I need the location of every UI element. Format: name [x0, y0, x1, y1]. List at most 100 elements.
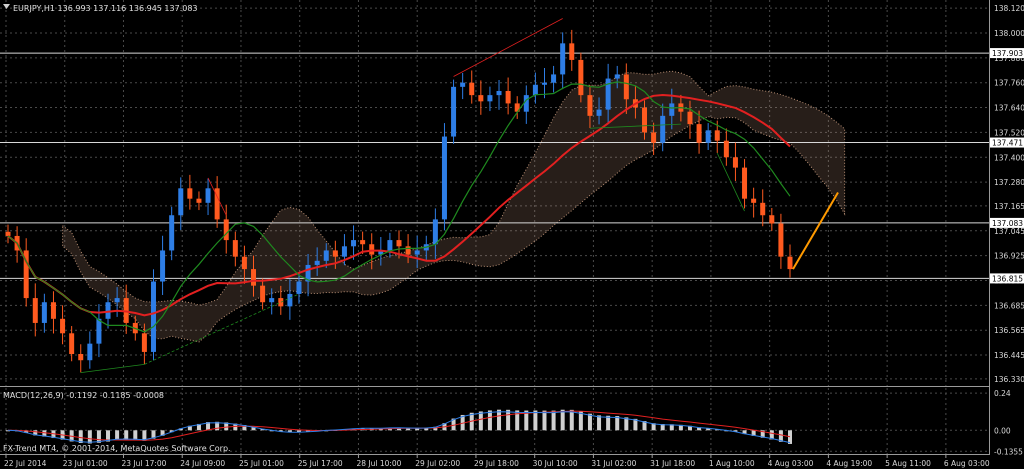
time-tick-label: 28 Jul 10:00: [356, 459, 401, 468]
time-tick-label: 6 Aug 03:00: [944, 459, 990, 468]
candle-bull: [150, 281, 156, 352]
candle-bear: [5, 231, 11, 236]
candle-bear: [569, 43, 575, 60]
macd-histogram-bar: [506, 409, 511, 431]
candle-bull: [660, 115, 666, 143]
time-tick-label: 5 Aug 11:00: [885, 459, 931, 468]
candle-bull: [614, 74, 620, 79]
time-tick-label: 31 Jul 02:00: [591, 459, 636, 468]
candle-bear: [260, 285, 266, 303]
candle-bear: [232, 240, 238, 257]
candle-bear: [587, 95, 593, 116]
candle-bear: [742, 167, 748, 199]
candle-bear: [332, 250, 338, 257]
macd-title: MACD(12,26,9) -0.1192 -0.1185 -0.0008: [3, 391, 164, 400]
candle-bear: [241, 256, 247, 270]
candle-bear: [751, 198, 757, 203]
candle-bear: [32, 298, 38, 323]
candle-bull: [523, 95, 529, 112]
candle-bear: [196, 198, 202, 203]
copyright-text: FX-Trend MT4, © 2001-2014, MetaQuotes So…: [3, 444, 231, 453]
price-chart[interactable]: 138.120138.000137.880137.760137.640137.5…: [0, 0, 1024, 469]
candle-bear: [642, 107, 648, 133]
candle-bull: [269, 298, 275, 303]
candle-bear: [787, 256, 793, 270]
candle-bull: [432, 219, 438, 245]
candle-bull: [551, 74, 557, 83]
candle-bear: [369, 244, 375, 255]
price-tick-label: 138.000: [994, 29, 1024, 38]
macd-tick-label: -0.1355: [994, 447, 1023, 456]
macd-histogram-bar: [578, 411, 583, 431]
time-tick-label: 4 Aug 19:00: [826, 459, 872, 468]
chart-window[interactable]: 138.120 138.000 137.880 137.760 137.640 137.5…: [0, 0, 1024, 469]
candle-bull: [341, 246, 347, 257]
time-tick-label: 22 Jul 2014: [4, 459, 47, 468]
price-tick-label: 137.640: [994, 104, 1024, 113]
macd-histogram-bar: [487, 410, 492, 431]
candle-bull: [41, 302, 47, 323]
candle-bear: [60, 318, 66, 334]
candle-bear: [732, 157, 738, 168]
candle-bull: [414, 250, 420, 255]
price-tick-label: 137.760: [994, 79, 1024, 88]
level-price-label: 137.903: [992, 49, 1023, 58]
candle-bear: [578, 59, 584, 96]
candle-bull: [441, 136, 447, 220]
time-tick-label: 1 Aug 10:00: [709, 459, 755, 468]
candle-bear: [360, 240, 366, 245]
macd-histogram-bar: [478, 411, 483, 431]
candle-bull: [387, 240, 393, 251]
price-tick-label: 137.165: [994, 202, 1024, 211]
macd-histogram-bar: [533, 410, 538, 431]
price-tick-label: 137.045: [994, 227, 1024, 236]
time-tick-label: 25 Jul 01:00: [239, 459, 284, 468]
time-tick-label: 4 Aug 03:00: [768, 459, 814, 468]
candle-bull: [487, 95, 493, 102]
candle-bull: [287, 293, 293, 307]
price-tick-label: 137.400: [994, 153, 1024, 162]
level-price-label: 137.471: [992, 139, 1023, 148]
macd-histogram-bar: [569, 409, 574, 431]
time-tick-label: 25 Jul 17:00: [298, 459, 343, 468]
candle-bear: [696, 124, 702, 143]
macd-histogram-bar: [542, 410, 547, 431]
candle-bull: [532, 84, 538, 96]
time-tick-label: 23 Jul 17:00: [121, 459, 166, 468]
price-tick-label: 136.685: [994, 301, 1024, 310]
time-tick-label: 31 Jul 18:00: [650, 459, 695, 468]
candle-bear: [251, 269, 257, 286]
candle-bull: [160, 250, 166, 282]
candle-bull: [87, 343, 93, 361]
candle-bear: [141, 333, 147, 352]
macd-histogram-bar: [587, 413, 592, 431]
macd-histogram-bar: [87, 430, 92, 444]
candle-bear: [651, 132, 657, 143]
candle-bear: [687, 111, 693, 125]
time-tick-label: 23 Jul 01:00: [63, 459, 108, 468]
price-tick-label: 136.445: [994, 351, 1024, 360]
level-price-label: 136.815: [992, 274, 1023, 283]
candle-bull: [178, 188, 184, 216]
macd-histogram-bar: [551, 410, 556, 431]
candle-bull: [596, 109, 602, 116]
candle-bull: [296, 281, 302, 294]
price-tick-label: 137.280: [994, 178, 1024, 187]
chart-title: EURJPY,H1 136.993 137.116 136.945 137.08…: [13, 4, 198, 13]
candle-bear: [469, 82, 475, 96]
time-tick-label: 30 Jul 10:00: [533, 459, 578, 468]
candle-bull: [96, 318, 102, 344]
candle-bull: [460, 82, 466, 87]
candle-bull: [169, 215, 175, 251]
candle-bear: [769, 215, 775, 224]
candle-bull: [351, 240, 357, 247]
candle-bear: [69, 333, 75, 355]
macd-tick-label: 0.00: [994, 426, 1011, 435]
candle-bear: [714, 130, 720, 141]
macd-histogram-bar: [597, 415, 602, 431]
macd-histogram-bar: [615, 416, 620, 431]
candle-bear: [396, 240, 402, 247]
candle-bull: [560, 43, 566, 75]
macd-histogram-bar: [606, 415, 611, 431]
price-tick-label: 136.565: [994, 326, 1024, 335]
